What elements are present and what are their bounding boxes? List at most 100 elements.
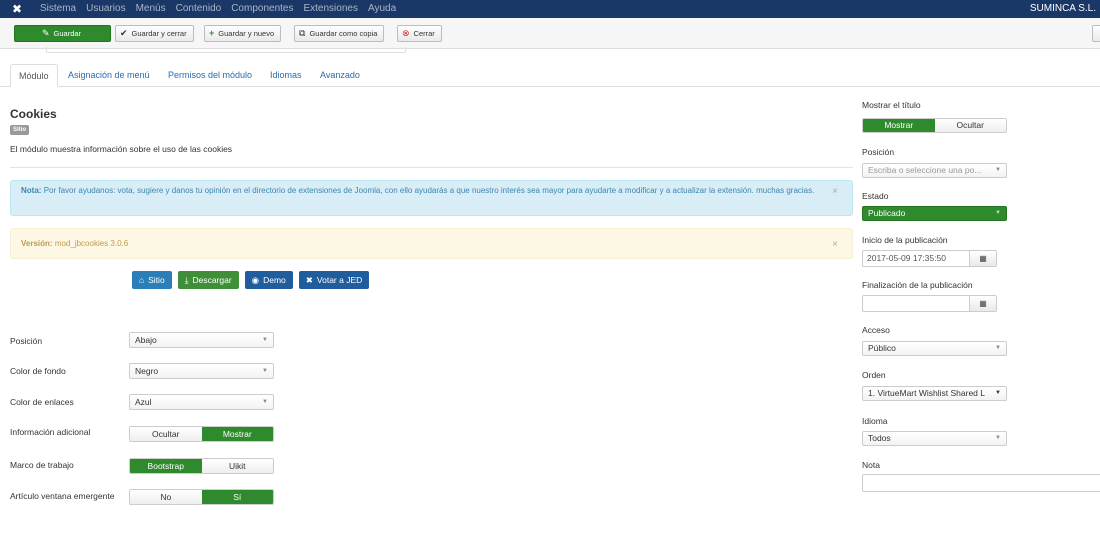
info-alert-text: Por favor ayudanos: vota, sugiere y dano… [43,186,815,195]
save-close-button[interactable]: ✔ Guardar y cerrar [115,25,194,42]
tab-avanzado[interactable]: Avanzado [312,64,368,87]
tab-asignacion-menu[interactable]: Asignación de menú [60,64,158,87]
language-value: Todos [868,433,891,443]
info-alert-label: Nota: [21,186,42,195]
close-button[interactable]: ⊗ Cerrar [397,25,442,42]
plus-icon: + [209,28,215,38]
cancel-icon: ⊗ [402,28,410,38]
chevron-down-icon: ▼ [993,387,1001,400]
position-select[interactable]: Abajo ▼ [129,332,274,348]
framework-label: Marco de trabajo [10,460,74,470]
download-icon: ⤓ [184,275,189,285]
bg-color-select[interactable]: Negro ▼ [129,363,274,379]
site-link-button[interactable]: ⌂ Sitio [132,271,172,289]
publish-up-input[interactable]: 2017-05-09 17:35:50 [862,250,970,267]
site-link-label: Sitio [148,275,165,285]
info-alert: Nota: Por favor ayudanos: vota, sugiere … [10,180,853,216]
menu-menus[interactable]: Menús [136,0,166,18]
show-title-off[interactable]: Ocultar [934,119,1006,132]
home-icon: ⌂ [139,275,145,285]
version-text: mod_jbcookies 3.0.6 [54,239,129,248]
title-input-edge[interactable] [46,47,406,53]
close-icon[interactable]: × [832,234,838,255]
chevron-down-icon: ▼ [262,368,268,374]
download-label: Descargar [192,275,232,285]
version-alert: Versión: mod_jbcookies 3.0.6 × [10,228,853,259]
chevron-down-icon: ▼ [993,164,1001,177]
status-value: Publicado [868,208,906,218]
show-title-label: Mostrar el título [862,100,921,110]
calendar-icon[interactable]: ▦ [970,250,997,267]
tab-modulo[interactable]: Módulo [10,64,58,87]
calendar-icon[interactable]: ▦ [970,295,997,312]
save-label: Guardar [53,29,82,38]
save-new-label: Guardar y nuevo [218,29,275,38]
save-copy-label: Guardar como copia [309,29,378,38]
site-name-link[interactable]: SUMINCA S.L. [1030,0,1096,18]
vote-jed-button[interactable]: ✖ Votar a JED [298,271,370,289]
save-close-label: Guardar y cerrar [131,29,187,38]
note-input[interactable] [862,474,1100,492]
joomla-icon: ✖ [305,275,313,285]
position-value: Abajo [135,335,157,345]
extra-info-label: Información adicional [10,427,91,437]
module-title: Cookies [10,107,57,121]
framework-uikit[interactable]: Uikit [201,459,273,473]
tab-idiomas[interactable]: Idiomas [262,64,310,87]
options-button[interactable] [1092,25,1100,42]
eye-icon: ◉ [251,275,260,285]
site-badge: Sitio [10,125,29,135]
menu-contenido[interactable]: Contenido [176,0,222,18]
save-button[interactable]: ✎ Guardar [14,25,111,42]
close-icon[interactable]: × [832,186,838,198]
access-select[interactable]: Público ▼ [862,341,1007,356]
publish-down-label: Finalización de la publicación [862,280,973,290]
popup-on[interactable]: Sí [201,490,273,504]
link-color-label: Color de enlaces [10,397,74,407]
ordering-value: 1. VirtueMart Wishlist Shared L [868,388,985,398]
popup-toggle: No Sí [129,489,274,505]
publish-down-input[interactable] [862,295,970,312]
link-color-select[interactable]: Azul ▼ [129,394,274,410]
joomla-logo-icon[interactable]: ✖ [10,2,24,16]
tab-bar: Módulo Asignación de menú Permisos del m… [0,64,1100,87]
position-label: Posición [10,336,43,346]
link-color-value: Azul [135,397,152,407]
main-menu: Sistema Usuarios Menús Contenido Compone… [40,0,396,18]
divider [10,167,853,168]
language-select[interactable]: Todos ▼ [862,431,1007,446]
download-button[interactable]: ⤓ Descargar [177,271,239,289]
chevron-down-icon: ▼ [262,399,268,405]
menu-ayuda[interactable]: Ayuda [368,0,396,18]
popup-label: Artículo ventana emergente [10,491,115,501]
extra-info-off[interactable]: Ocultar [130,427,202,441]
version-label: Versión: [21,239,53,248]
sidebar-position-select[interactable]: Escriba o seleccione una po... ▼ [862,163,1007,178]
menu-usuarios[interactable]: Usuarios [86,0,125,18]
chevron-down-icon: ▼ [993,432,1001,445]
tab-permisos[interactable]: Permisos del módulo [160,64,260,87]
sidebar-position-placeholder: Escriba o seleccione una po... [868,165,982,175]
show-title-on[interactable]: Mostrar [863,119,935,132]
menu-extensiones[interactable]: Extensiones [303,0,357,18]
access-label: Acceso [862,325,890,335]
menu-sistema[interactable]: Sistema [40,0,76,18]
save-copy-button[interactable]: ⧉ Guardar como copia [294,25,385,42]
close-label: Cerrar [413,29,435,38]
toolbar: ✎ Guardar ✔ Guardar y cerrar + Guardar y… [0,18,1100,49]
status-select[interactable]: Publicado ▼ [862,206,1007,221]
chevron-down-icon: ▼ [993,207,1001,220]
note-label: Nota [862,460,880,470]
framework-bootstrap[interactable]: Bootstrap [130,459,202,473]
extra-info-on[interactable]: Mostrar [201,427,273,441]
show-title-toggle: Mostrar Ocultar [862,118,1007,133]
popup-off[interactable]: No [130,490,202,504]
ordering-select[interactable]: 1. VirtueMart Wishlist Shared L ▼ [862,386,1007,401]
bg-color-value: Negro [135,366,159,376]
publish-up-label: Inicio de la publicación [862,235,948,245]
sidebar-position-label: Posición [862,147,895,157]
menu-componentes[interactable]: Componentes [231,0,293,18]
demo-button[interactable]: ◉ Demo [244,271,293,289]
save-new-button[interactable]: + Guardar y nuevo [204,25,282,42]
check-icon: ✔ [120,28,128,38]
